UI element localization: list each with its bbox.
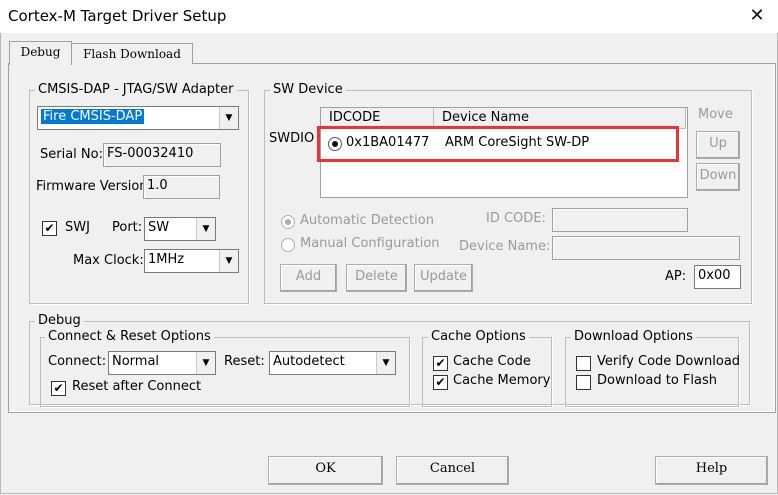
tab-debug[interactable]: Debug <box>9 41 72 65</box>
window-title: Cortex-M Target Driver Setup <box>8 7 227 25</box>
tab-flash-download[interactable]: Flash Download <box>71 43 193 64</box>
sw-device-legend: SW Device <box>270 82 346 97</box>
reset-label: Reset: <box>224 354 265 369</box>
connect-reset-legend: Connect & Reset Options <box>45 329 214 344</box>
up-button[interactable]: Up <box>696 131 740 159</box>
device-row-name[interactable]: ARM CoreSight SW-DP <box>445 135 589 150</box>
idcode-label: ID CODE: <box>486 211 546 226</box>
ok-button[interactable]: OK <box>268 456 383 485</box>
clock-label: Max Clock: <box>73 253 144 268</box>
verify-code-download-checkbox[interactable] <box>576 356 591 371</box>
automatic-detection-radio[interactable] <box>281 215 295 229</box>
cancel-button[interactable]: Cancel <box>396 456 509 485</box>
serial-label: Serial No: <box>40 147 103 162</box>
adapter-select[interactable]: Fire CMSIS-DAP ▼ <box>37 106 239 130</box>
reset-select[interactable]: Autodetect ▼ <box>269 351 396 375</box>
chevron-down-icon: ▼ <box>196 218 215 240</box>
update-button[interactable]: Update <box>414 264 473 292</box>
device-name-label: Device Name: <box>459 239 551 254</box>
port-value: SW <box>148 220 170 235</box>
help-button[interactable]: Help <box>655 456 768 485</box>
verify-code-download-label: Verify Code Download <box>597 354 741 369</box>
reset-value: Autodetect <box>273 354 345 369</box>
connect-select[interactable]: Normal ▼ <box>108 351 216 375</box>
reset-after-connect-checkbox[interactable]: ✔ <box>51 381 66 396</box>
manual-configuration-radio[interactable] <box>281 238 295 252</box>
close-icon[interactable]: ✕ <box>744 3 770 29</box>
download-options-group <box>565 337 739 407</box>
adapter-selected-value: Fire CMSIS-DAP <box>41 109 145 124</box>
device-row-radio[interactable] <box>328 137 342 151</box>
clock-value: 1MHz <box>148 252 185 267</box>
down-button[interactable]: Down <box>696 163 740 191</box>
clock-select[interactable]: 1MHz ▼ <box>144 249 239 273</box>
connect-label: Connect: <box>48 354 107 369</box>
port-label: Port: <box>112 220 143 235</box>
device-row-idcode[interactable]: 0x1BA01477 <box>346 135 429 150</box>
swdio-label: SWDIO <box>269 131 315 146</box>
download-options-legend: Download Options <box>571 329 696 344</box>
debug-legend: Debug <box>35 313 84 328</box>
cache-memory-checkbox[interactable]: ✔ <box>433 375 448 390</box>
add-button[interactable]: Add <box>280 264 337 292</box>
firmware-label: Firmware Version: <box>36 179 152 194</box>
serial-field: FS-00032410 <box>103 143 221 167</box>
adapter-legend: CMSIS-DAP - JTAG/SW Adapter <box>35 82 237 97</box>
delete-button[interactable]: Delete <box>346 264 407 292</box>
chevron-down-icon: ▼ <box>196 352 215 374</box>
ap-label: AP: <box>665 269 687 284</box>
cache-code-checkbox[interactable]: ✔ <box>433 356 448 371</box>
swj-label: SWJ <box>65 220 90 235</box>
reset-after-connect-label: Reset after Connect <box>72 379 202 394</box>
device-name-field[interactable] <box>552 236 740 260</box>
automatic-detection-label: Automatic Detection <box>300 213 434 228</box>
swj-checkbox[interactable]: ✔ <box>42 221 57 236</box>
manual-configuration-label: Manual Configuration <box>300 236 440 251</box>
chevron-down-icon: ▼ <box>219 107 238 129</box>
firmware-field: 1.0 <box>143 175 220 199</box>
idcode-field[interactable] <box>552 208 688 232</box>
port-select[interactable]: SW ▼ <box>144 217 216 241</box>
cache-code-label: Cache Code <box>453 354 531 369</box>
chevron-down-icon: ▼ <box>376 352 395 374</box>
ap-field[interactable]: 0x00 <box>694 265 741 289</box>
cache-memory-label: Cache Memory <box>453 373 551 388</box>
cache-options-legend: Cache Options <box>428 329 529 344</box>
download-to-flash-checkbox[interactable] <box>576 375 591 390</box>
chevron-down-icon: ▼ <box>219 250 238 272</box>
move-label: Move <box>698 107 733 122</box>
cache-options-group <box>422 337 552 407</box>
download-to-flash-label: Download to Flash <box>597 373 718 388</box>
connect-value: Normal <box>112 354 160 369</box>
